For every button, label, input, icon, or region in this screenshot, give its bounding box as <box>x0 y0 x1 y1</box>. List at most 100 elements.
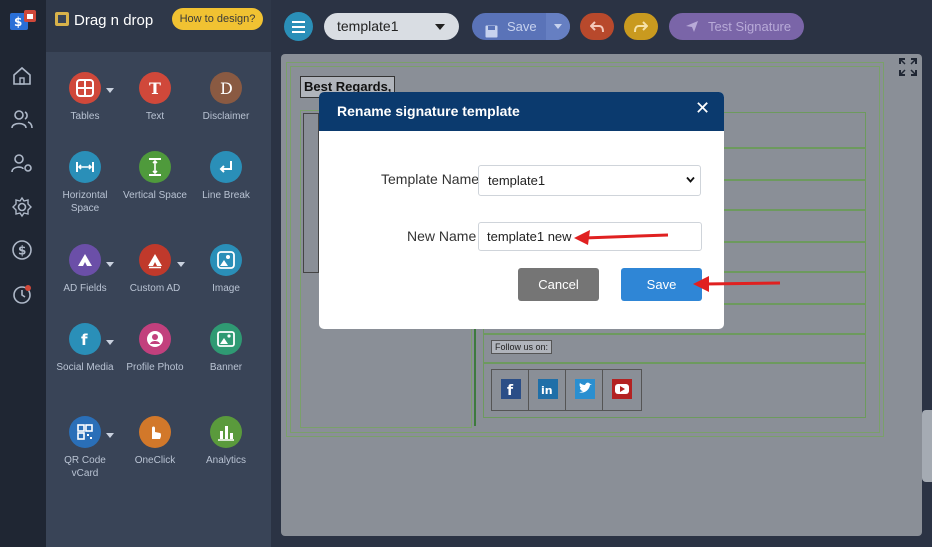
template-select[interactable]: template1 <box>324 13 459 40</box>
dialog-header: Rename signature template ✕ <box>319 92 724 131</box>
social-icons-row[interactable]: f in <box>491 369 642 411</box>
template-select-value: template1 <box>337 18 399 34</box>
follow-us-text[interactable]: Follow us on: <box>491 340 553 354</box>
floppy-save-icon <box>485 20 498 47</box>
table-icon <box>69 72 101 104</box>
tool-qr-code-vcard[interactable]: QR Code vCard <box>52 416 118 480</box>
social-media-icon: f <box>69 323 101 355</box>
canvas-side-handle[interactable] <box>922 410 932 482</box>
svg-text:f: f <box>81 331 88 348</box>
close-icon[interactable]: ✕ <box>695 98 710 119</box>
qr-code-caret-icon[interactable] <box>106 433 114 438</box>
tool-line-break[interactable]: Line Break <box>193 151 259 202</box>
annotation-arrow-icon <box>574 230 669 245</box>
users-icon[interactable] <box>11 108 33 130</box>
menu-hamburger-icon[interactable] <box>284 12 313 41</box>
social-cell[interactable]: f <box>492 370 529 410</box>
how-to-design-button[interactable]: How to design? <box>172 8 263 30</box>
social-media-caret-icon[interactable] <box>106 340 114 345</box>
undo-icon <box>590 21 604 33</box>
history-clock-icon[interactable] <box>11 283 33 305</box>
tool-disclaimer[interactable]: D Disclaimer <box>193 72 259 123</box>
svg-text:$: $ <box>14 15 22 29</box>
tool-label: Horizontal Space <box>62 190 108 214</box>
tool-label: Social Media <box>56 362 114 373</box>
broken-image-placeholder[interactable] <box>303 113 319 273</box>
tool-label: Vertical Space <box>123 190 187 201</box>
tool-text[interactable]: T Text <box>122 72 188 123</box>
toolbar-save-label: Save <box>507 19 537 34</box>
oneclick-hand-icon <box>139 416 171 448</box>
chevron-down-icon <box>435 24 445 30</box>
disclaimer-d-icon: D <box>210 72 242 104</box>
tool-label: Tables <box>70 111 100 122</box>
svg-text:$: $ <box>18 244 26 258</box>
tool-label: Analytics <box>205 455 246 466</box>
cancel-button[interactable]: Cancel <box>518 268 599 301</box>
tool-label: Profile Photo <box>126 362 184 373</box>
dialog-title: Rename signature template <box>337 103 520 119</box>
undo-button[interactable] <box>580 13 614 40</box>
banner-icon <box>210 323 242 355</box>
linkedin-icon: in <box>538 379 558 399</box>
user-settings-icon[interactable] <box>11 152 33 174</box>
left-rail: $ $ <box>0 0 46 547</box>
home-icon[interactable] <box>11 65 33 87</box>
annotation-arrow-icon <box>693 276 781 292</box>
analytics-icon <box>210 416 242 448</box>
ad-fields-icon <box>69 244 101 276</box>
gear-icon[interactable] <box>11 196 33 218</box>
svg-text:in: in <box>541 384 553 397</box>
tables-caret-icon[interactable] <box>106 88 114 93</box>
test-signature-button[interactable]: Test Signature <box>669 13 804 40</box>
tool-oneclick[interactable]: OneClick <box>122 416 188 467</box>
tool-label: AD Fields <box>63 283 107 294</box>
line-break-icon <box>210 151 242 183</box>
redo-button[interactable] <box>624 13 658 40</box>
chevron-down-icon <box>686 176 695 183</box>
panel-title: Drag n drop <box>74 12 154 29</box>
horizontal-space-icon <box>69 151 101 183</box>
elements-panel: Drag n drop How to design? Tables T Text… <box>46 0 271 547</box>
template-name-select[interactable]: template1 <box>478 165 701 196</box>
tool-image[interactable]: Image <box>193 244 259 295</box>
toolbar-save-button[interactable]: Save <box>472 13 570 40</box>
tool-custom-ad[interactable]: Custom AD <box>122 244 188 295</box>
tool-label: Line Break <box>202 190 250 201</box>
tool-label: Image <box>212 283 240 294</box>
tool-tables[interactable]: Tables <box>52 72 118 123</box>
facebook-icon: f <box>501 379 521 399</box>
svg-text:T: T <box>149 79 161 97</box>
app-logo-icon[interactable]: $ <box>10 10 36 32</box>
billing-dollar-icon[interactable]: $ <box>11 239 33 261</box>
tool-social-media[interactable]: f Social Media <box>52 323 118 374</box>
tool-profile-photo[interactable]: Profile Photo <box>122 323 188 374</box>
expand-fullscreen-icon[interactable] <box>899 58 917 76</box>
tool-banner[interactable]: Banner <box>193 323 259 374</box>
new-name-label: New Name <box>407 228 477 244</box>
twitter-icon <box>575 379 595 399</box>
redo-icon <box>634 21 648 33</box>
tool-label: Disclaimer <box>202 111 250 122</box>
svg-text:D: D <box>220 79 233 97</box>
drag-drop-icon <box>54 11 70 27</box>
svg-text:f: f <box>507 383 514 399</box>
tool-ad-fields[interactable]: AD Fields <box>52 244 118 295</box>
caret-down-icon <box>554 24 562 29</box>
tool-label: OneClick <box>134 455 176 466</box>
social-cell[interactable]: in <box>529 370 566 410</box>
tool-analytics[interactable]: Analytics <box>193 416 259 467</box>
image-icon <box>210 244 242 276</box>
tool-label: Banner <box>209 362 243 373</box>
social-cell[interactable] <box>566 370 603 410</box>
ad-fields-caret-icon[interactable] <box>106 262 114 267</box>
tool-label: Text <box>145 111 165 122</box>
tool-vertical-space[interactable]: Vertical Space <box>122 151 188 202</box>
profile-photo-icon <box>139 323 171 355</box>
social-cell[interactable] <box>603 370 640 410</box>
send-paper-plane-icon <box>686 21 698 32</box>
test-signature-label: Test Signature <box>708 19 792 34</box>
tool-horizontal-space[interactable]: Horizontal Space <box>52 151 118 215</box>
custom-ad-caret-icon[interactable] <box>177 262 185 267</box>
panel-header: Drag n drop How to design? <box>46 0 271 52</box>
